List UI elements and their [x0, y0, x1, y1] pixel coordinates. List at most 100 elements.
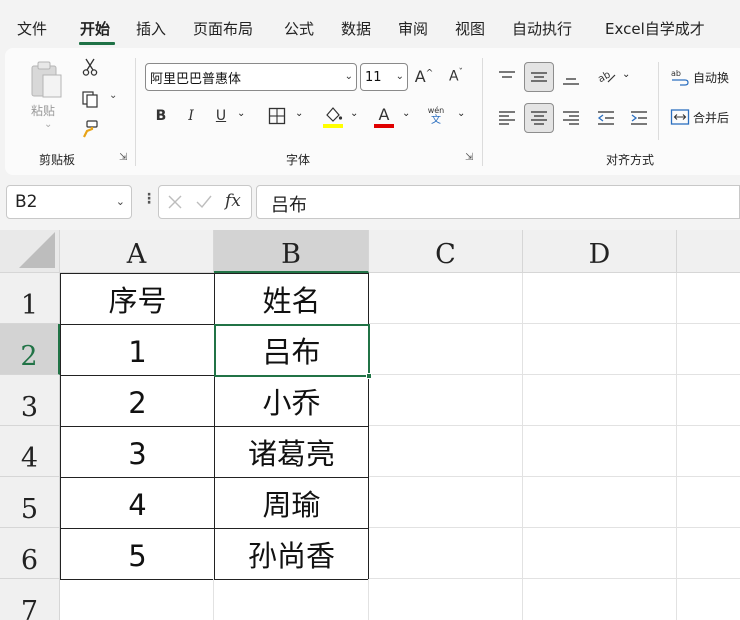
menu-automate[interactable]: 自动执行 — [512, 18, 572, 39]
cell-d5[interactable] — [523, 477, 677, 528]
align-bottom-button[interactable] — [558, 66, 584, 92]
cell-b7[interactable] — [214, 579, 369, 620]
column-header-a[interactable]: A — [60, 230, 214, 273]
font-color-dropdown-icon[interactable]: ⌄ — [402, 108, 410, 119]
select-all-button[interactable] — [0, 230, 60, 273]
name-box[interactable]: B2 ⌄ — [6, 185, 132, 219]
cell-e5[interactable] — [677, 477, 740, 528]
decrease-indent-button[interactable] — [593, 105, 619, 131]
cell-b2[interactable]: 吕布 — [214, 324, 369, 376]
borders-dropdown-icon[interactable]: ⌄ — [295, 108, 303, 119]
fill-color-button[interactable] — [321, 102, 345, 130]
cell-d7[interactable] — [523, 579, 677, 620]
cell-a4[interactable]: 3 — [60, 426, 215, 478]
phonetic-dropdown-icon[interactable]: ⌄ — [457, 108, 465, 119]
confirm-icon[interactable] — [195, 194, 213, 210]
row-header-7[interactable]: 7 — [0, 579, 60, 620]
font-size-select[interactable]: 11 ⌄ — [360, 63, 408, 91]
font-color-button[interactable]: A — [372, 102, 396, 130]
align-right-button[interactable] — [558, 105, 584, 131]
cell-b3[interactable]: 小乔 — [214, 375, 369, 427]
cell-e7[interactable] — [677, 579, 740, 620]
cancel-icon[interactable] — [167, 194, 183, 210]
clipboard-launcher-icon[interactable]: ⇲ — [119, 152, 131, 164]
underline-dropdown-icon[interactable]: ⌄ — [237, 108, 245, 119]
cell-a7[interactable] — [60, 579, 214, 620]
italic-button[interactable]: I — [181, 105, 201, 127]
increase-indent-button[interactable] — [626, 105, 652, 131]
cell-a3[interactable]: 2 — [60, 375, 215, 427]
cell-c1[interactable] — [369, 273, 523, 324]
row-header-1[interactable]: 1 — [0, 273, 60, 324]
menu-view[interactable]: 视图 — [455, 18, 485, 39]
borders-button[interactable] — [266, 105, 288, 127]
more-options-icon[interactable]: ⋮ — [142, 191, 156, 207]
cell-b1[interactable]: 姓名 — [214, 273, 369, 325]
decrease-font-button[interactable]: Aˇ — [445, 64, 467, 88]
cell-e1[interactable] — [677, 273, 740, 324]
menu-file[interactable]: 文件 — [17, 18, 47, 39]
row-header-4[interactable]: 4 — [0, 426, 60, 477]
cell-c7[interactable] — [369, 579, 523, 620]
wrap-text-button[interactable]: ab 自动换 — [670, 65, 740, 89]
cell-c6[interactable] — [369, 528, 523, 579]
column-header-d[interactable]: D — [523, 230, 677, 273]
cell-d6[interactable] — [523, 528, 677, 579]
column-header-b[interactable]: B — [214, 230, 369, 273]
cell-b6[interactable]: 孙尚香 — [214, 528, 369, 580]
align-top-button[interactable] — [494, 64, 520, 90]
bold-button[interactable]: B — [151, 105, 171, 127]
copy-button[interactable] — [79, 88, 101, 110]
format-painter-button[interactable] — [79, 118, 101, 140]
cell-a2[interactable]: 1 — [60, 324, 215, 376]
cell-c3[interactable] — [369, 375, 523, 426]
row-header-5[interactable]: 5 — [0, 477, 60, 528]
increase-font-button[interactable]: A^ — [413, 64, 435, 88]
insert-function-button[interactable]: fx — [225, 191, 241, 211]
cell-d4[interactable] — [523, 426, 677, 477]
column-header-e[interactable] — [677, 230, 740, 273]
menu-custom-tab[interactable]: Excel自学成才 — [605, 18, 705, 39]
align-center-button[interactable] — [524, 103, 554, 133]
orientation-dropdown-icon[interactable]: ⌄ — [622, 69, 630, 80]
cell-b4[interactable]: 诸葛亮 — [214, 426, 369, 478]
cell-a5[interactable]: 4 — [60, 477, 215, 529]
cell-e4[interactable] — [677, 426, 740, 477]
cut-button[interactable] — [79, 56, 101, 78]
cell-d3[interactable] — [523, 375, 677, 426]
cell-e6[interactable] — [677, 528, 740, 579]
phonetic-guide-button[interactable]: wén 文 — [424, 102, 448, 130]
font-launcher-icon[interactable]: ⇲ — [465, 152, 477, 164]
align-left-button[interactable] — [494, 105, 520, 131]
cell-a1[interactable]: 序号 — [60, 273, 215, 325]
cell-e2[interactable] — [677, 324, 740, 375]
menu-page-layout[interactable]: 页面布局 — [193, 18, 253, 39]
menu-formulas[interactable]: 公式 — [284, 18, 314, 39]
fill-color-dropdown-icon[interactable]: ⌄ — [350, 108, 358, 119]
menu-data[interactable]: 数据 — [341, 18, 371, 39]
orientation-button[interactable]: ab — [593, 64, 619, 90]
row-header-3[interactable]: 3 — [0, 375, 60, 426]
cell-e3[interactable] — [677, 375, 740, 426]
menu-review[interactable]: 审阅 — [398, 18, 428, 39]
paste-dropdown-icon[interactable]: ⌄ — [44, 119, 52, 130]
cell-a6[interactable]: 5 — [60, 528, 215, 580]
cell-d2[interactable] — [523, 324, 677, 375]
merge-center-button[interactable]: 合并后 — [670, 105, 740, 129]
cell-d1[interactable] — [523, 273, 677, 324]
cell-c4[interactable] — [369, 426, 523, 477]
formula-input[interactable]: 吕布 — [256, 185, 740, 219]
fill-handle[interactable] — [366, 373, 372, 379]
copy-dropdown-icon[interactable]: ⌄ — [109, 90, 117, 101]
paste-button[interactable] — [27, 56, 67, 104]
column-header-c[interactable]: C — [369, 230, 523, 273]
row-header-6[interactable]: 6 — [0, 528, 60, 579]
font-name-select[interactable]: 阿里巴巴普惠体 ⌄ — [145, 63, 357, 91]
cell-c5[interactable] — [369, 477, 523, 528]
cell-b5[interactable]: 周瑜 — [214, 477, 369, 529]
menu-home[interactable]: 开始 — [80, 18, 110, 39]
row-header-2[interactable]: 2 — [0, 324, 60, 375]
align-middle-button[interactable] — [524, 62, 554, 92]
menu-insert[interactable]: 插入 — [136, 18, 166, 39]
underline-button[interactable]: U — [211, 105, 231, 127]
